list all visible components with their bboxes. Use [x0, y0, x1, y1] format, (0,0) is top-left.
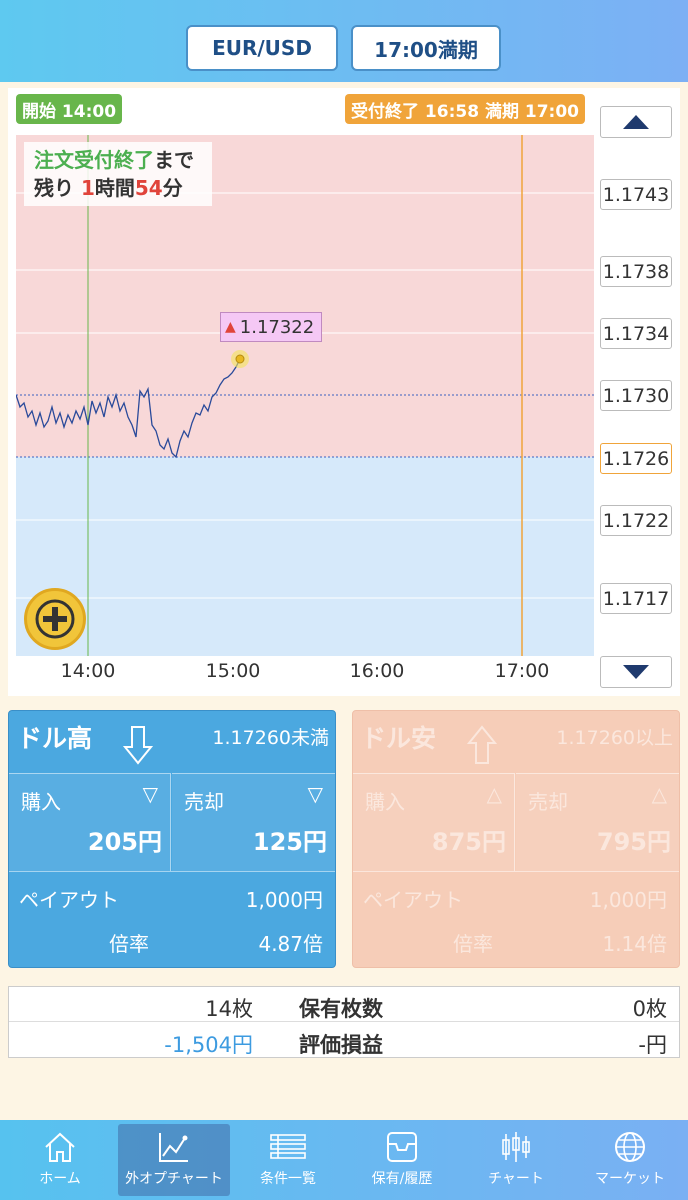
ratio-label: 倍率: [109, 932, 149, 956]
high-holdings-count: 14枚: [205, 997, 253, 1021]
minutes-unit: 分: [162, 176, 183, 200]
chevron-up-icon: △: [486, 782, 502, 806]
low-holdings-count: 0枚: [632, 997, 667, 1021]
nav-home[interactable]: ホーム: [4, 1124, 116, 1196]
nav-label: 保有/履歴: [371, 1171, 433, 1187]
down-arrow-icon: [623, 665, 649, 679]
start-time-flag: 開始 14:00: [16, 94, 123, 124]
nav-market[interactable]: マーケット: [574, 1124, 686, 1196]
order-deadline-label: 注文受付終了: [34, 148, 154, 172]
y-axis-label: 1.1717: [600, 583, 672, 614]
add-order-button[interactable]: [24, 588, 86, 650]
buy-price: 875円: [431, 828, 506, 856]
header-bar: EUR/USD 17:00満期: [0, 0, 688, 82]
nav-chart[interactable]: チャート: [460, 1124, 572, 1196]
sell-label: 売却: [184, 790, 224, 814]
chart-card: 開始 14:00 受付終了 16:58 満期 17:00 注文受付終了まで 残り…: [8, 88, 680, 696]
nav-holdings-history[interactable]: 保有/履歴: [346, 1124, 458, 1196]
dollar-high-title: ドル高: [17, 724, 93, 753]
sell-price: 795円: [596, 828, 671, 856]
remaining-minutes: 54: [134, 176, 163, 200]
tray-icon: [387, 1132, 417, 1162]
buy-price: 205円: [87, 828, 162, 856]
ratio-value: 4.87倍: [258, 932, 323, 956]
y-axis-label: 1.1743: [600, 179, 672, 210]
dollar-high-condition: 1.17260未満: [212, 727, 329, 749]
hours-unit: 時間: [94, 176, 135, 200]
dollar-high-panel: ドル高 1.17260未満 購入 ▽ 205円 売却 ▽ 125円 ペイアウト …: [8, 710, 336, 968]
nav-conditions-list[interactable]: 条件一覧: [232, 1124, 344, 1196]
nav-label: ホーム: [39, 1171, 81, 1187]
current-price-tag: ▲ 1.17322: [220, 312, 322, 342]
x-axis-label: 15:00: [205, 660, 261, 682]
up-outline-arrow-icon: [467, 725, 497, 764]
y-axis-label: 1.1730: [600, 380, 672, 411]
up-arrow-icon: [623, 115, 649, 129]
buy-label: 購入: [365, 790, 405, 814]
remaining-hours: 1: [80, 176, 95, 200]
holdings-pl-row: -1,504円 評価損益 -円: [9, 1023, 679, 1058]
chart-line-icon: [159, 1133, 188, 1162]
scroll-up-button[interactable]: [600, 106, 672, 138]
remaining-label: 残り: [34, 176, 74, 200]
candlestick-icon: [502, 1132, 530, 1162]
x-axis-label: 16:00: [349, 660, 405, 682]
scroll-down-button[interactable]: [600, 656, 672, 688]
bottom-nav: ホーム 外オプチャート 条件一覧 保有/履歴 チャート マーケット: [0, 1120, 688, 1200]
until-label: まで: [154, 148, 194, 172]
holdings-count-row: 14枚 保有枚数 0枚: [9, 987, 679, 1022]
nav-label: 条件一覧: [260, 1171, 316, 1187]
dollar-low-buy-button[interactable]: 購入 △ 875円: [353, 773, 515, 871]
payout-value: 1,000円: [589, 888, 667, 912]
current-price-value: 1.17322: [239, 316, 315, 338]
x-axis-label: 17:00: [494, 660, 550, 682]
nav-label: 外オプチャート: [125, 1171, 223, 1187]
chevron-down-icon: ▽: [307, 782, 323, 806]
y-axis-label: 1.1722: [600, 505, 672, 536]
holdings-count-label: 保有枚数: [299, 997, 383, 1021]
holdings-table: 14枚 保有枚数 0枚 -1,504円 評価損益 -円: [8, 986, 680, 1058]
expiry-button[interactable]: 17:00満期: [351, 25, 501, 71]
up-triangle-icon: ▲: [225, 319, 236, 335]
current-price-dot: [235, 354, 245, 364]
ratio-value: 1.14倍: [602, 932, 667, 956]
payout-label: ペイアウト: [19, 888, 119, 912]
down-outline-arrow-icon: [123, 726, 153, 765]
price-chart[interactable]: [16, 135, 594, 656]
unrealized-pl-label: 評価損益: [299, 1033, 383, 1057]
y-axis-label: 1.1734: [600, 318, 672, 349]
chevron-up-icon: △: [651, 782, 667, 806]
chevron-down-icon: ▽: [142, 782, 158, 806]
dollar-high-sell-button[interactable]: 売却 ▽ 125円: [172, 773, 335, 871]
plus-icon: [35, 599, 75, 639]
dollar-high-payout-info: ペイアウト 1,000円 倍率 4.87倍: [9, 871, 335, 967]
payout-value: 1,000円: [245, 888, 323, 912]
price-line: [16, 358, 241, 459]
remaining-time-box: 注文受付終了まで 残り 1時間54分: [24, 142, 212, 206]
ratio-label: 倍率: [453, 932, 493, 956]
sell-label: 売却: [528, 790, 568, 814]
currency-pair-button[interactable]: EUR/USD: [186, 25, 338, 71]
nav-label: チャート: [488, 1171, 544, 1187]
dollar-low-title: ドル安: [361, 724, 437, 753]
dollar-low-payout-info: ペイアウト 1,000円 倍率 1.14倍: [353, 871, 679, 967]
high-unrealized-pl: -1,504円: [164, 1033, 253, 1057]
home-icon: [45, 1132, 75, 1162]
y-axis-label: 1.1738: [600, 256, 672, 287]
y-axis-label-strike: 1.1726: [600, 443, 672, 474]
dollar-low-panel: ドル安 1.17260以上 購入 △ 875円 売却 △ 795円 ペイアウト …: [352, 710, 680, 968]
dollar-low-condition: 1.17260以上: [556, 727, 673, 749]
buy-label: 購入: [21, 790, 61, 814]
x-axis-label: 14:00: [60, 660, 116, 682]
dollar-high-buy-button[interactable]: 購入 ▽ 205円: [9, 773, 171, 871]
nav-option-chart[interactable]: 外オプチャート: [118, 1124, 230, 1196]
expiry-time-flag: 受付終了 16:58 満期 17:00: [345, 94, 585, 124]
dollar-low-sell-button[interactable]: 売却 △ 795円: [516, 773, 679, 871]
nav-label: マーケット: [595, 1171, 665, 1187]
low-unrealized-pl: -円: [638, 1033, 667, 1057]
sell-price: 125円: [252, 828, 327, 856]
payout-label: ペイアウト: [363, 888, 463, 912]
list-icon: [270, 1134, 306, 1159]
globe-icon: [615, 1132, 645, 1162]
